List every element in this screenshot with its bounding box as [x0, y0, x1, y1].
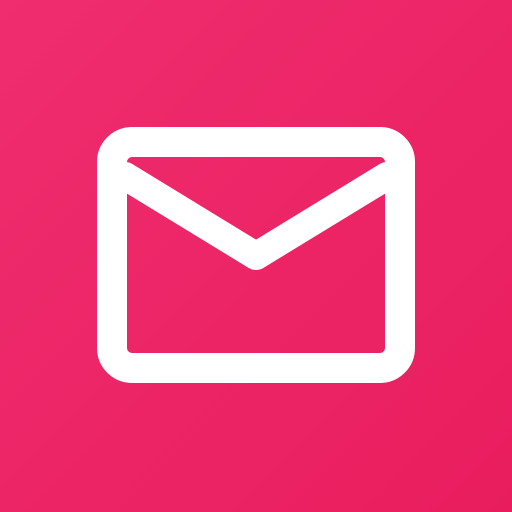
app-icon[interactable]: [0, 0, 512, 512]
mail-icon: [0, 0, 512, 512]
